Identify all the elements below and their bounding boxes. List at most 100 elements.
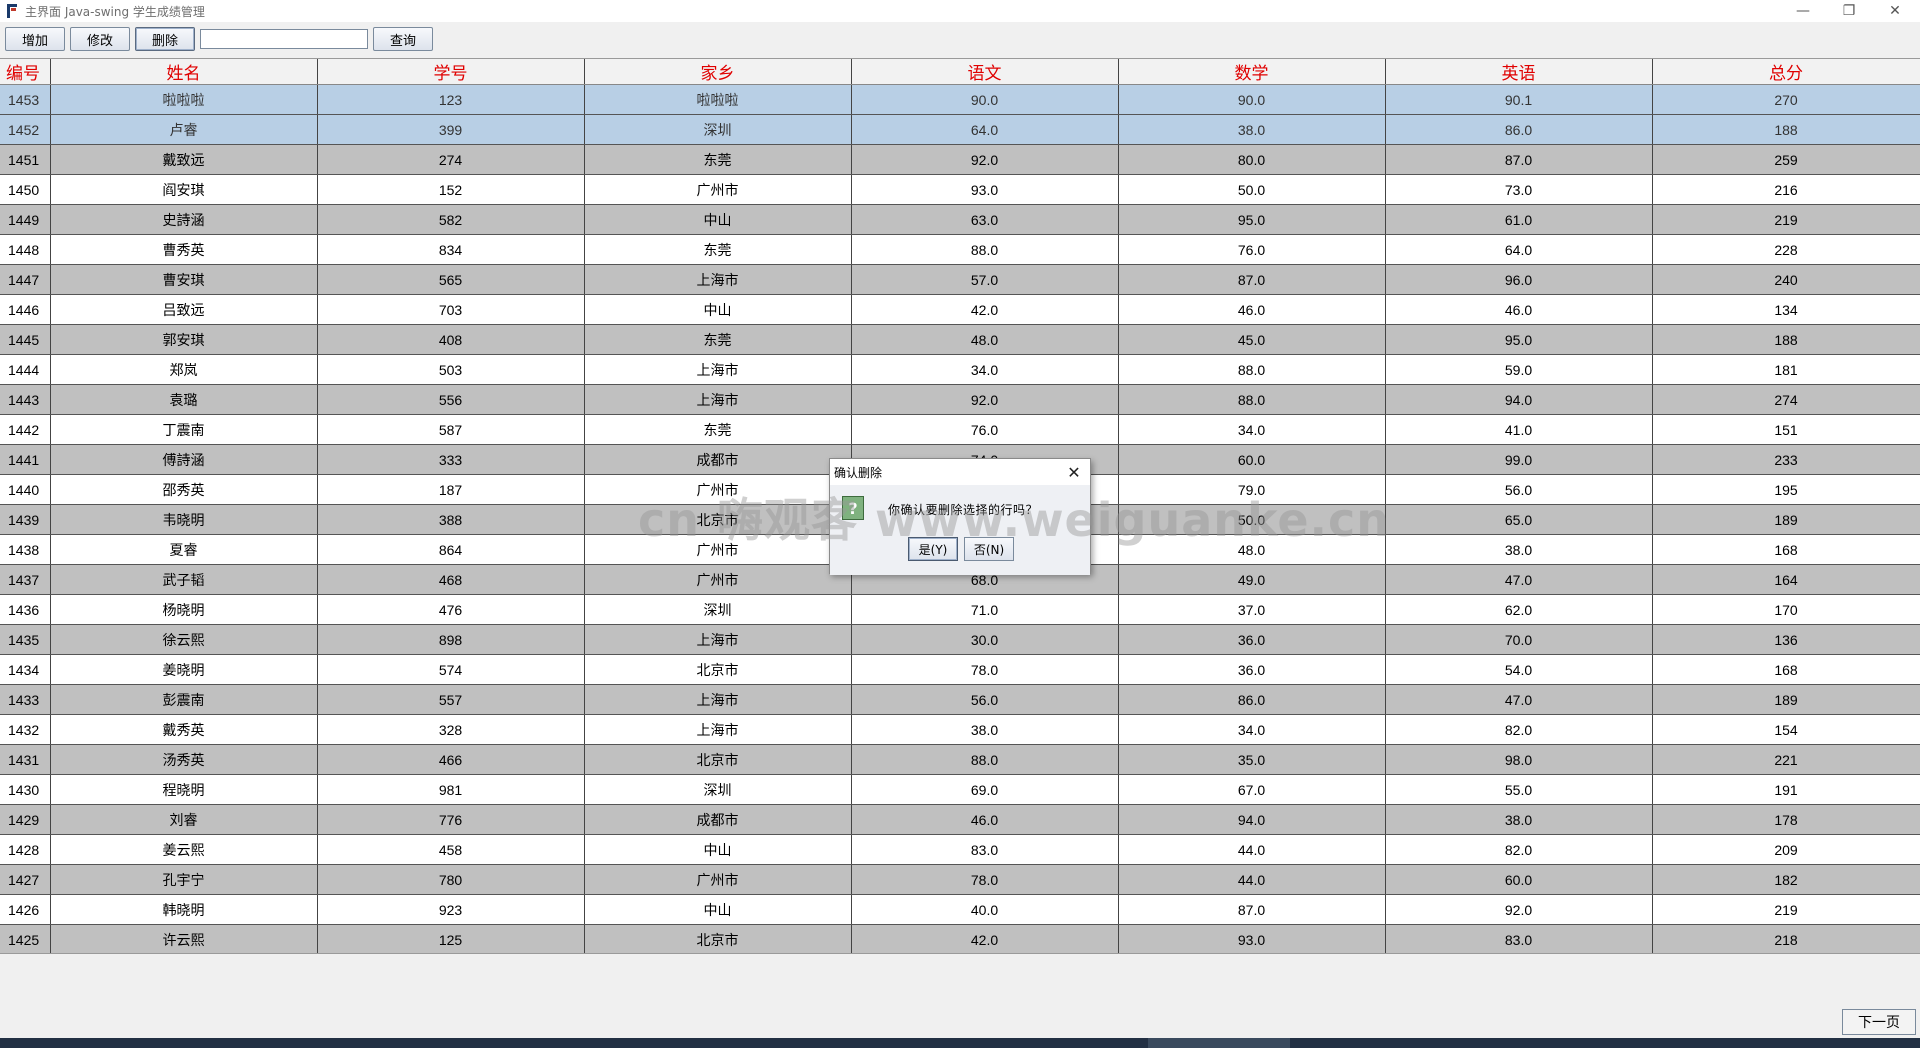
table-cell[interactable]: 88.0 <box>851 234 1119 265</box>
table-cell[interactable]: 韦晓明 <box>50 504 318 535</box>
table-cell[interactable]: 许云熙 <box>50 924 318 955</box>
table-cell[interactable]: 557 <box>317 684 585 715</box>
table-cell[interactable]: 55.0 <box>1385 774 1653 805</box>
table-cell[interactable]: 86.0 <box>1118 684 1386 715</box>
table-cell[interactable]: 1431 <box>0 744 51 775</box>
table-cell[interactable]: 123 <box>317 84 585 115</box>
table-cell[interactable]: 458 <box>317 834 585 865</box>
add-button[interactable]: 增加 <box>5 27 65 51</box>
table-cell[interactable]: 898 <box>317 624 585 655</box>
table-cell[interactable]: 270 <box>1652 84 1920 115</box>
table-cell[interactable]: 1439 <box>0 504 51 535</box>
table-row[interactable]: 1434 姜晓明 574 北京市 78.0 36.0 54.0 168 <box>0 654 1920 685</box>
table-cell[interactable]: 209 <box>1652 834 1920 865</box>
table-cell[interactable]: 188 <box>1652 324 1920 355</box>
table-cell[interactable]: 182 <box>1652 864 1920 895</box>
table-cell[interactable]: 92.0 <box>851 144 1119 175</box>
table-cell[interactable]: 38.0 <box>1385 534 1653 565</box>
table-row[interactable]: 1432 戴秀英 328 上海市 38.0 34.0 82.0 154 <box>0 714 1920 745</box>
table-row[interactable]: 1448 曹秀英 834 东莞 88.0 76.0 64.0 228 <box>0 234 1920 265</box>
table-cell[interactable]: 38.0 <box>1118 114 1386 145</box>
table-cell[interactable]: 40.0 <box>851 894 1119 925</box>
table-cell[interactable]: 274 <box>1652 384 1920 415</box>
table-cell[interactable]: 83.0 <box>1385 924 1653 955</box>
no-button[interactable]: 否(N) <box>964 537 1014 561</box>
table-cell[interactable]: 42.0 <box>851 294 1119 325</box>
table-cell[interactable]: 63.0 <box>851 204 1119 235</box>
table-cell[interactable]: 69.0 <box>851 774 1119 805</box>
query-button[interactable]: 查询 <box>373 27 433 51</box>
table-cell[interactable]: 1433 <box>0 684 51 715</box>
table-cell[interactable]: 1428 <box>0 834 51 865</box>
table-cell[interactable]: 587 <box>317 414 585 445</box>
table-cell[interactable]: 181 <box>1652 354 1920 385</box>
restore-button[interactable]: ❐ <box>1826 0 1872 22</box>
table-cell[interactable]: 82.0 <box>1385 714 1653 745</box>
minimize-button[interactable]: — <box>1780 0 1826 22</box>
table-cell[interactable]: 90.0 <box>1118 84 1386 115</box>
table-cell[interactable]: 95.0 <box>1118 204 1386 235</box>
table-cell[interactable]: 923 <box>317 894 585 925</box>
table-cell[interactable]: 46.0 <box>1385 294 1653 325</box>
table-row[interactable]: 1428 姜云熙 458 中山 83.0 44.0 82.0 209 <box>0 834 1920 865</box>
table-cell[interactable]: 93.0 <box>1118 924 1386 955</box>
table-cell[interactable]: 中山 <box>584 204 852 235</box>
table-cell[interactable]: 东莞 <box>584 234 852 265</box>
table-cell[interactable]: 1451 <box>0 144 51 175</box>
table-cell[interactable]: 1430 <box>0 774 51 805</box>
table-cell[interactable]: 42.0 <box>851 924 1119 955</box>
table-row[interactable]: 1442 丁震南 587 东莞 76.0 34.0 41.0 151 <box>0 414 1920 445</box>
table-cell[interactable]: 46.0 <box>851 804 1119 835</box>
table-cell[interactable]: 61.0 <box>1385 204 1653 235</box>
table-cell[interactable]: 79.0 <box>1118 474 1386 505</box>
table-cell[interactable]: 程晓明 <box>50 774 318 805</box>
table-cell[interactable]: 87.0 <box>1118 894 1386 925</box>
table-cell[interactable]: 中山 <box>584 834 852 865</box>
table-cell[interactable]: 136 <box>1652 624 1920 655</box>
table-row-selected[interactable]: 1452 卢睿 399 深圳 64.0 38.0 86.0 188 <box>0 114 1920 145</box>
table-cell[interactable]: 64.0 <box>851 114 1119 145</box>
table-cell[interactable]: 杨晓明 <box>50 594 318 625</box>
table-cell[interactable]: 88.0 <box>851 744 1119 775</box>
table-cell[interactable]: 1443 <box>0 384 51 415</box>
table-row[interactable]: 1426 韩晓明 923 中山 40.0 87.0 92.0 219 <box>0 894 1920 925</box>
table-cell[interactable]: 864 <box>317 534 585 565</box>
table-cell[interactable]: 88.0 <box>1118 354 1386 385</box>
table-cell[interactable]: 34.0 <box>851 354 1119 385</box>
table-row[interactable]: 1429 刘睿 776 成都市 46.0 94.0 38.0 178 <box>0 804 1920 835</box>
table-cell[interactable]: 60.0 <box>1385 864 1653 895</box>
column-header[interactable]: 学号 <box>317 59 585 85</box>
table-cell[interactable]: 90.0 <box>851 84 1119 115</box>
table-cell[interactable]: 48.0 <box>1118 534 1386 565</box>
taskbar-active-item[interactable] <box>1148 1038 1290 1048</box>
table-cell[interactable]: 776 <box>317 804 585 835</box>
table-cell[interactable]: 1441 <box>0 444 51 475</box>
table-cell[interactable]: 191 <box>1652 774 1920 805</box>
table-cell[interactable]: 95.0 <box>1385 324 1653 355</box>
table-cell[interactable]: 1447 <box>0 264 51 295</box>
table-cell[interactable]: 中山 <box>584 294 852 325</box>
table-cell[interactable]: 96.0 <box>1385 264 1653 295</box>
table-cell[interactable]: 476 <box>317 594 585 625</box>
table-cell[interactable]: 94.0 <box>1385 384 1653 415</box>
table-cell[interactable]: 北京市 <box>584 504 852 535</box>
table-cell[interactable]: 1437 <box>0 564 51 595</box>
table-cell[interactable]: 姜晓明 <box>50 654 318 685</box>
table-cell[interactable]: 233 <box>1652 444 1920 475</box>
column-header[interactable]: 总分 <box>1652 59 1920 85</box>
table-cell[interactable]: 阎安琪 <box>50 174 318 205</box>
table-cell[interactable]: 30.0 <box>851 624 1119 655</box>
yes-button[interactable]: 是(Y) <box>908 537 958 561</box>
table-cell[interactable]: 56.0 <box>1385 474 1653 505</box>
table-cell[interactable]: 48.0 <box>851 324 1119 355</box>
table-cell[interactable]: 上海市 <box>584 624 852 655</box>
table-cell[interactable]: 178 <box>1652 804 1920 835</box>
table-cell[interactable]: 1440 <box>0 474 51 505</box>
table-cell[interactable]: 徐云熙 <box>50 624 318 655</box>
table-cell[interactable]: 史詩涵 <box>50 204 318 235</box>
table-row-selected[interactable]: 1453 啦啦啦 123 啦啦啦 90.0 90.0 90.1 270 <box>0 84 1920 115</box>
table-row[interactable]: 1431 汤秀英 466 北京市 88.0 35.0 98.0 221 <box>0 744 1920 775</box>
table-cell[interactable]: 1427 <box>0 864 51 895</box>
table-cell[interactable]: 76.0 <box>851 414 1119 445</box>
table-cell[interactable]: 170 <box>1652 594 1920 625</box>
